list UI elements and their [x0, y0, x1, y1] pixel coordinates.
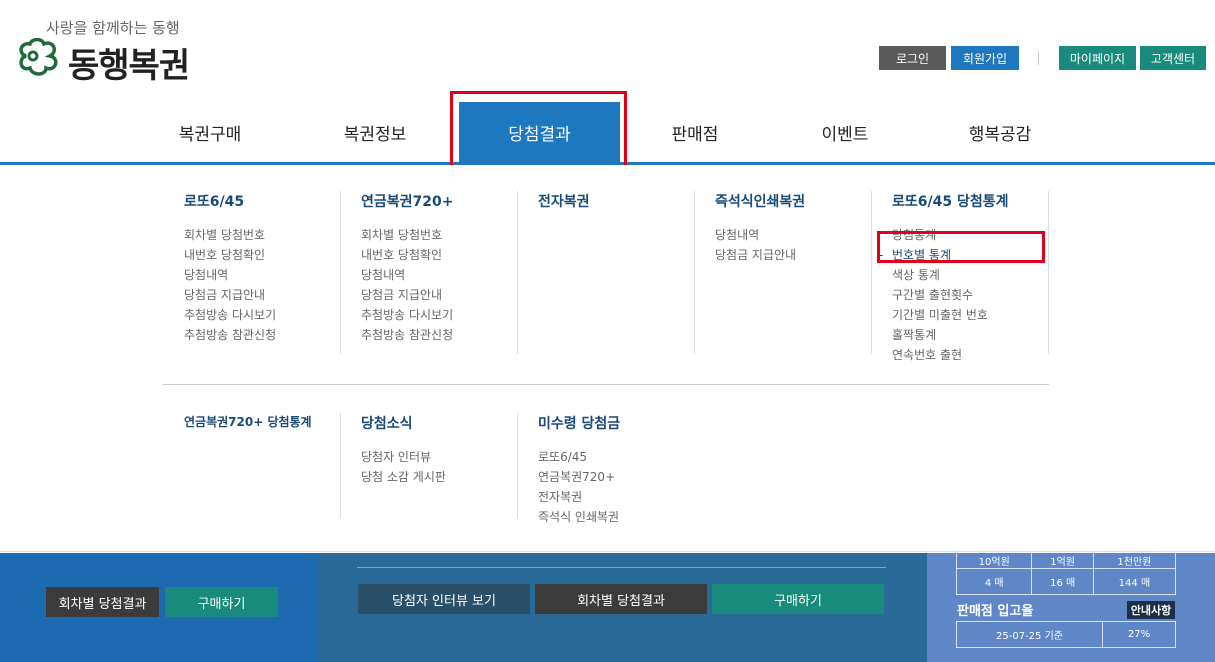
menu-link-number-stats[interactable]: - 번호별 통계 [879, 245, 1048, 265]
menu-link[interactable]: 당첨통계 [892, 225, 1048, 245]
menu-column-title[interactable]: 로또6/45 [184, 191, 340, 211]
menu-link-label: 번호별 통계 [892, 248, 952, 262]
menu-link[interactable]: 추첨방송 다시보기 [184, 305, 340, 325]
count-cell: 4 매 [955, 568, 1033, 595]
menu-column-title[interactable]: 즉석식인쇄복권 [715, 191, 871, 211]
menu-column-title[interactable]: 당첨소식 [361, 413, 517, 433]
menu-link[interactable]: 당첨내역 [715, 225, 871, 245]
nav-item-happiness[interactable]: 행복공감 [925, 102, 1075, 162]
supply-rate-cell: 27% [1102, 621, 1176, 648]
menu-divider [163, 384, 1049, 385]
nav-item-stores[interactable]: 판매점 [620, 102, 770, 162]
supply-date-cell: 25-07-25 기준 [956, 621, 1103, 648]
notice-badge[interactable]: 안내사항 [1127, 601, 1175, 619]
menu-link[interactable]: 당첨내역 [184, 265, 340, 285]
site-header: 사랑을 함께하는 동행 동행복권 로그인 회원가입 마이페이지 고객센터 [0, 0, 1215, 102]
menu-link[interactable]: 회차별 당첨번호 [361, 225, 517, 245]
menu-link[interactable]: 당첨내역 [361, 265, 517, 285]
util-divider [1038, 51, 1039, 65]
menu-link[interactable]: 내번호 당첨확인 [184, 245, 340, 265]
menu-column-title[interactable]: 연금복권720+ 당첨통계 [184, 413, 340, 430]
supply-rate-table: 25-07-25 기준 27% [956, 621, 1176, 648]
buy-button[interactable]: 구매하기 [712, 584, 884, 614]
nav-item-lottery-purchase[interactable]: 복권구매 [135, 102, 285, 162]
menu-column-title[interactable]: 로또6/45 당첨통계 [892, 191, 1048, 211]
menu-link[interactable]: 추첨방송 참관신청 [184, 325, 340, 345]
join-button[interactable]: 회원가입 [951, 46, 1019, 70]
mypage-button[interactable]: 마이페이지 [1059, 46, 1136, 70]
menu-link[interactable]: 당첨금 지급안내 [361, 285, 517, 305]
menu-link[interactable]: 추첨방송 다시보기 [361, 305, 517, 325]
count-cell: 144 매 [1092, 568, 1177, 595]
menu-link[interactable]: 기간별 미출현 번호 [892, 305, 1048, 325]
clover-logo-icon [19, 38, 58, 76]
logo-slogan: 사랑을 함께하는 동행 [46, 19, 180, 37]
menu-column-pension-stats: 연금복권720+ 당첨통계 [163, 413, 341, 518]
menu-link[interactable]: 구간별 출현횟수 [892, 285, 1048, 305]
menu-link[interactable]: 당첨자 인터뷰 [361, 447, 517, 467]
login-button[interactable]: 로그인 [879, 46, 946, 70]
round-results-button[interactable]: 회차별 당첨결과 [46, 587, 159, 617]
menu-link[interactable]: 내번호 당첨확인 [361, 245, 517, 265]
menu-link[interactable]: 연금복권720+ [538, 467, 695, 487]
mega-dropdown-menu: 로또6/45 회차별 당첨번호 내번호 당첨확인 당첨내역 당첨금 지급안내 추… [0, 165, 1215, 552]
menu-link[interactable]: 당첨 소감 게시판 [361, 467, 517, 487]
menu-link[interactable]: 홀짝통계 [892, 325, 1048, 345]
prize-cell: 1천만원 [1092, 552, 1177, 569]
nav-item-events[interactable]: 이벤트 [770, 102, 920, 162]
menu-column-e-lottery: 전자복권 [517, 191, 695, 354]
menu-link[interactable]: 즉석식 인쇄복권 [538, 507, 695, 527]
menu-link[interactable]: 추첨방송 참관신청 [361, 325, 517, 345]
menu-link[interactable]: 당첨금 지급안내 [715, 245, 871, 265]
main-content-strip: 회차별 당첨결과 구매하기 당첨자 인터뷰 보기 회차별 당첨결과 구매하기 1… [0, 552, 1215, 662]
prize-cell: 10억원 [955, 552, 1033, 569]
menu-column-lotto-stats: 로또6/45 당첨통계 당첨통계 - 번호별 통계 색상 통계 구간별 출현횟수 … [871, 191, 1049, 362]
store-supply-label: 판매점 입고율 [957, 604, 1034, 619]
menu-link[interactable]: 색상 통계 [892, 265, 1048, 285]
prize-table: 10억원 1억원 1천만원 4 매 16 매 144 매 [955, 552, 1177, 595]
dash-bullet-icon: - [879, 248, 884, 262]
nav-item-winning-results[interactable]: 당첨결과 [459, 102, 620, 162]
menu-link[interactable]: 당첨금 지급안내 [184, 285, 340, 305]
panel-divider [357, 567, 886, 568]
lotto-panel: 회차별 당첨결과 구매하기 [0, 553, 318, 662]
menu-column-unclaimed: 미수령 당첨금 로또6/45 연금복권720+ 전자복권 즉석식 인쇄복권 [517, 413, 695, 524]
main-nav: 복권구매 복권정보 당첨결과 판매점 이벤트 행복공감 [0, 102, 1215, 165]
pension-panel: 당첨자 인터뷰 보기 회차별 당첨결과 구매하기 [318, 553, 927, 662]
menu-column-title[interactable]: 미수령 당첨금 [538, 413, 695, 433]
prize-cell: 1억원 [1031, 552, 1094, 569]
logo-name: 동행복권 [68, 46, 190, 86]
menu-column-title[interactable]: 전자복권 [538, 191, 694, 211]
menu-column-pension: 연금복권720+ 회차별 당첨번호 내번호 당첨확인 당첨내역 당첨금 지급안내… [340, 191, 518, 354]
nav-item-lottery-info[interactable]: 복권정보 [300, 102, 450, 162]
customer-center-button[interactable]: 고객센터 [1140, 46, 1206, 70]
menu-column-title[interactable]: 연금복권720+ [361, 191, 517, 211]
menu-link[interactable]: 전자복권 [538, 487, 695, 507]
menu-column-lotto: 로또6/45 회차별 당첨번호 내번호 당첨확인 당첨내역 당첨금 지급안내 추… [163, 191, 341, 354]
menu-link[interactable]: 회차별 당첨번호 [184, 225, 340, 245]
round-results-button[interactable]: 회차별 당첨결과 [535, 584, 707, 614]
menu-link[interactable]: 연속번호 출현 [892, 345, 1048, 365]
buy-button[interactable]: 구매하기 [165, 587, 278, 617]
count-cell: 16 매 [1031, 568, 1094, 595]
menu-column-winning-news: 당첨소식 당첨자 인터뷰 당첨 소감 게시판 [340, 413, 518, 518]
menu-link[interactable]: 로또6/45 [538, 447, 695, 467]
winner-interview-button[interactable]: 당첨자 인터뷰 보기 [358, 584, 530, 614]
menu-column-instant: 즉석식인쇄복권 당첨내역 당첨금 지급안내 [694, 191, 872, 354]
